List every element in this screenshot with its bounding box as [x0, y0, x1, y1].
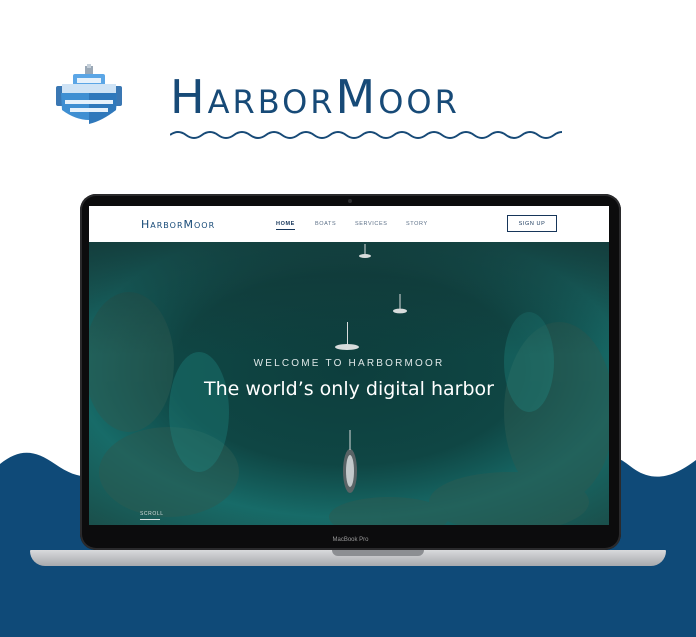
nav-link-services[interactable]: SERVICES [355, 221, 388, 227]
scroll-line [140, 519, 160, 520]
site-navbar: HarborMoor HOME BOATS SERVICES STORY SIG… [89, 206, 609, 242]
laptop-screen: HarborMoor HOME BOATS SERVICES STORY SIG… [89, 206, 609, 525]
hero-title: The world’s only digital harbor [204, 378, 494, 400]
nav-active-underline [276, 229, 295, 230]
camera [348, 199, 352, 203]
laptop-model-label: MacBook Pro [332, 537, 369, 543]
nav-link-boats[interactable]: BOATS [315, 221, 336, 227]
site-logo[interactable]: HarborMoor [141, 218, 215, 231]
brand-title: HarborMoor [170, 70, 460, 124]
sign-up-button[interactable]: SIGN UP [507, 215, 557, 232]
laptop-base [30, 550, 666, 566]
laptop-lid: HarborMoor HOME BOATS SERVICES STORY SIG… [80, 194, 621, 550]
hero-section: WELCOME TO HARBORMOOR The world’s only d… [89, 242, 609, 525]
nav-link-home[interactable]: HOME [276, 221, 295, 230]
nav-link-story[interactable]: STORY [406, 221, 428, 227]
ship-icon [56, 64, 122, 124]
laptop-notch [332, 550, 424, 556]
scroll-indicator[interactable]: SCROLL [140, 511, 164, 517]
brand-wave-underline [170, 131, 562, 139]
hero-kicker: WELCOME TO HARBORMOOR [253, 358, 445, 369]
